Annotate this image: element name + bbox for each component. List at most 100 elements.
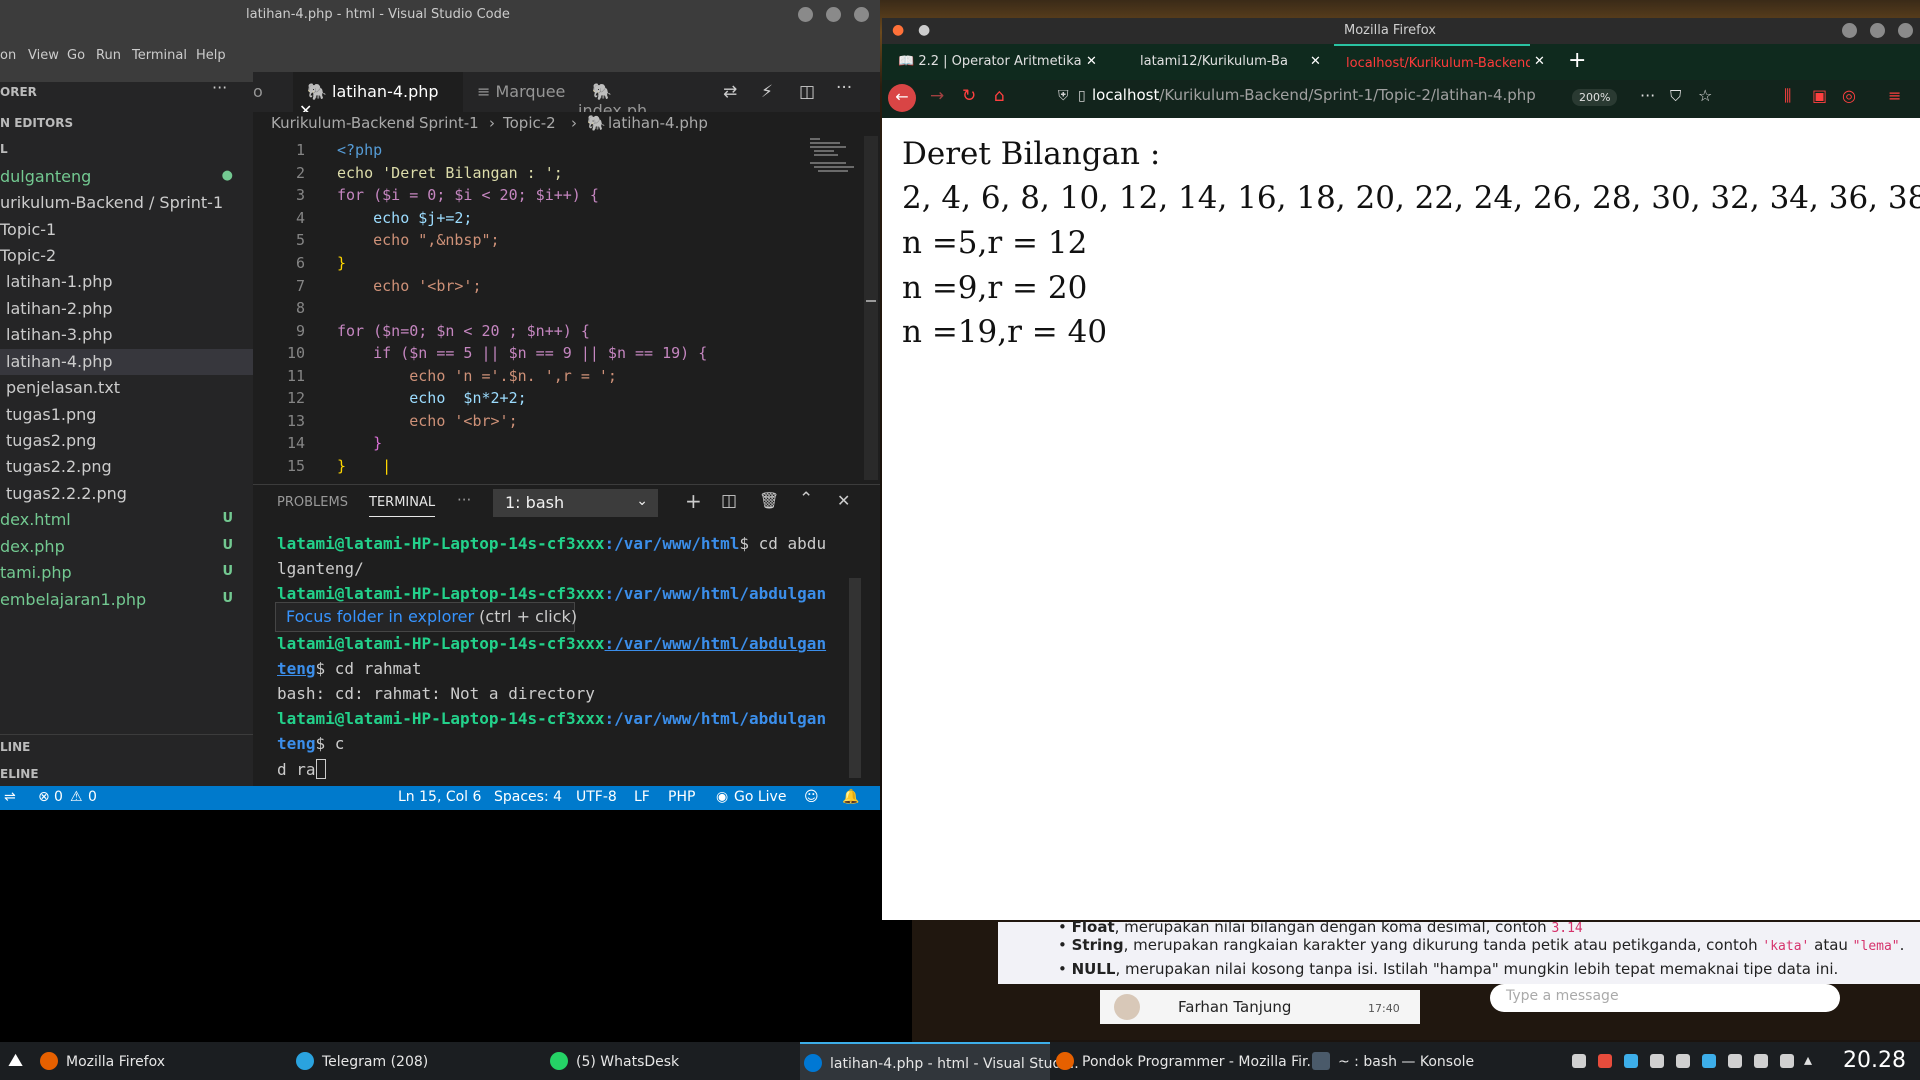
terminal-scrollbar[interactable]	[849, 578, 861, 778]
reload-icon[interactable]: ↻	[962, 86, 976, 106]
chat-tray-icon[interactable]	[1702, 1054, 1716, 1068]
remote-icon[interactable]: ⇌	[4, 789, 16, 805]
shield-icon[interactable]: ⛨	[1058, 88, 1069, 104]
breadcrumb-item[interactable]: Topic-2	[503, 114, 556, 132]
explorer-item[interactable]: tugas2.2.png	[0, 454, 253, 480]
menu-go[interactable]: Go	[67, 48, 85, 63]
golive-button[interactable]: Go Live	[734, 789, 786, 805]
explorer-item[interactable]: urikulum-Backend / Sprint-1	[0, 190, 253, 216]
explorer-item[interactable]: tami.php U	[0, 560, 253, 586]
clock[interactable]: 20.28	[1843, 1048, 1906, 1073]
timeline-header[interactable]: ELINE	[0, 767, 39, 781]
breadcrumb-item[interactable]: Sprint-1	[419, 114, 479, 132]
zoom-level[interactable]: 200%	[1572, 89, 1618, 106]
indent-spaces[interactable]: Spaces: 4	[494, 789, 562, 805]
close-tab-icon[interactable]: ✕	[1086, 54, 1097, 69]
minimize-button[interactable]	[798, 7, 813, 22]
golive-broadcast-icon[interactable]: ⚡	[761, 82, 773, 102]
bookmark-star-icon[interactable]: ☆	[1698, 86, 1712, 105]
menu-help[interactable]: Help	[196, 48, 226, 63]
whatsapp-tray-icon[interactable]	[1650, 1054, 1664, 1068]
close-tab-icon[interactable]: ✕	[1534, 54, 1545, 69]
task-telegram[interactable]: Telegram (208)	[296, 1042, 536, 1080]
expand-tray-icon[interactable]: ▴	[1804, 1050, 1812, 1069]
forward-icon[interactable]: →	[930, 86, 944, 106]
breadcrumb-item[interactable]: Kurikulum-Backend	[271, 114, 415, 132]
tab-marquee[interactable]: ≡ Marquee	[463, 72, 578, 112]
explorer-item-active[interactable]: latihan-4.php	[0, 349, 253, 375]
page-actions-icon[interactable]: ···	[1640, 86, 1655, 105]
split-terminal-icon[interactable]: ◫	[721, 491, 737, 511]
cursor-position[interactable]: Ln 15, Col 6	[398, 789, 481, 805]
trash-icon[interactable]: 🗑	[759, 491, 779, 510]
explorer-item[interactable]: dex.html U	[0, 507, 253, 533]
breadcrumb-item[interactable]: latihan-4.php	[608, 114, 708, 132]
error-count[interactable]: 0	[54, 789, 63, 805]
display-icon[interactable]	[1780, 1054, 1794, 1068]
explorer-item[interactable]: Topic-1	[0, 217, 253, 243]
menu-terminal[interactable]: Terminal	[132, 48, 187, 63]
terminal[interactable]: latami@latami-HP-Laptop-14s-cf3xxx:/var/…	[253, 518, 865, 784]
browser-tab-active[interactable]: localhost/Kurikulum-Backend	[1334, 44, 1530, 80]
explorer-item[interactable]: tugas2.2.2.png	[0, 481, 253, 507]
warning-count[interactable]: 0	[88, 789, 97, 805]
explorer-item[interactable]: penjelasan.txt	[0, 375, 253, 401]
new-terminal-icon[interactable]: +	[685, 489, 702, 513]
maximize-button[interactable]	[826, 7, 841, 22]
clipboard-icon[interactable]	[1676, 1054, 1690, 1068]
outline-header[interactable]: LINE	[0, 740, 30, 754]
explorer-item[interactable]: tugas2.png	[0, 428, 253, 454]
back-icon[interactable]: ←	[888, 84, 916, 112]
close-tab-icon[interactable]: ✕	[1310, 54, 1321, 69]
task-firefox-pondok[interactable]: Pondok Programmer - Mozilla Fir...	[1056, 1042, 1320, 1080]
task-konsole[interactable]: ~ : bash — Konsole	[1312, 1042, 1552, 1080]
home-icon[interactable]: ⌂	[994, 86, 1005, 106]
code-editor[interactable]: 1 2 3 4 5 6 7 8 9 10 11 12 13 14 15 <?ph…	[253, 136, 853, 480]
new-tab-icon[interactable]: +	[1568, 48, 1586, 73]
explorer-item[interactable]: tugas1.png	[0, 402, 253, 428]
tab-previous[interactable]: o	[253, 72, 293, 112]
battery-icon[interactable]	[1754, 1054, 1768, 1068]
warning-icon[interactable]: ⚠	[70, 789, 83, 805]
explorer-item[interactable]: latihan-3.php	[0, 322, 253, 348]
focus-folder-link[interactable]: Focus folder in explorer	[286, 607, 474, 626]
minimize-button[interactable]	[1842, 23, 1857, 38]
tab-problems[interactable]: PROBLEMS	[277, 495, 348, 510]
folder-header[interactable]: L	[0, 142, 8, 156]
notification-bell-icon[interactable]: 🔔	[842, 789, 859, 805]
tab-latihan-4[interactable]: 🐘 latihan-4.php ✕	[293, 72, 463, 120]
minimap[interactable]	[808, 136, 868, 176]
file-encoding[interactable]: UTF-8	[576, 789, 617, 805]
menu-view[interactable]: View	[28, 48, 59, 63]
task-firefox[interactable]: Mozilla Firefox	[40, 1042, 280, 1080]
split-editor-icon[interactable]: ◫	[799, 82, 815, 102]
menu-selection[interactable]: on	[0, 48, 16, 63]
more-actions-icon[interactable]: ···	[836, 78, 852, 98]
close-button[interactable]	[1898, 23, 1913, 38]
maximize-button[interactable]	[1870, 23, 1885, 38]
window-menu-icon[interactable]: ●	[918, 22, 930, 38]
open-editors-header[interactable]: N EDITORS	[0, 116, 73, 130]
language-mode[interactable]: PHP	[668, 789, 695, 805]
address-bar[interactable]: localhost/Kurikulum-Backend/Sprint-1/Top…	[1092, 86, 1536, 112]
menu-run[interactable]: Run	[96, 48, 121, 63]
tab-index[interactable]: 🐘 index.ph	[578, 72, 668, 112]
task-vscode[interactable]: latihan-4.php - html - Visual Studi...	[800, 1042, 1079, 1080]
task-whatsdesk[interactable]: (5) WhatsDesk	[550, 1042, 790, 1080]
terminal-select[interactable]: 1: bash ⌄	[493, 489, 658, 517]
explorer-item[interactable]: latihan-1.php	[0, 269, 253, 295]
notifications-icon[interactable]	[1572, 1054, 1586, 1068]
telegram-tray-icon[interactable]	[1598, 1054, 1612, 1068]
close-button[interactable]	[854, 7, 869, 22]
explorer-item[interactable]: dulganteng ●	[0, 164, 253, 190]
editor-scrollbar[interactable]	[864, 136, 878, 480]
page-info-icon[interactable]: ▯	[1078, 88, 1086, 104]
browser-tab[interactable]: latami12/Kurikulum-Backe	[1118, 44, 1288, 80]
open-changes-icon[interactable]: ⇄	[723, 82, 737, 102]
more-panel-icon[interactable]: ···	[457, 491, 471, 509]
library-icon[interactable]: ⫼	[1784, 86, 1791, 106]
end-of-line[interactable]: LF	[634, 789, 650, 805]
chevron-up-icon[interactable]: ⌃	[799, 489, 813, 509]
tab-terminal[interactable]: TERMINAL	[369, 495, 436, 517]
account-icon[interactable]: ◎	[1842, 86, 1856, 105]
